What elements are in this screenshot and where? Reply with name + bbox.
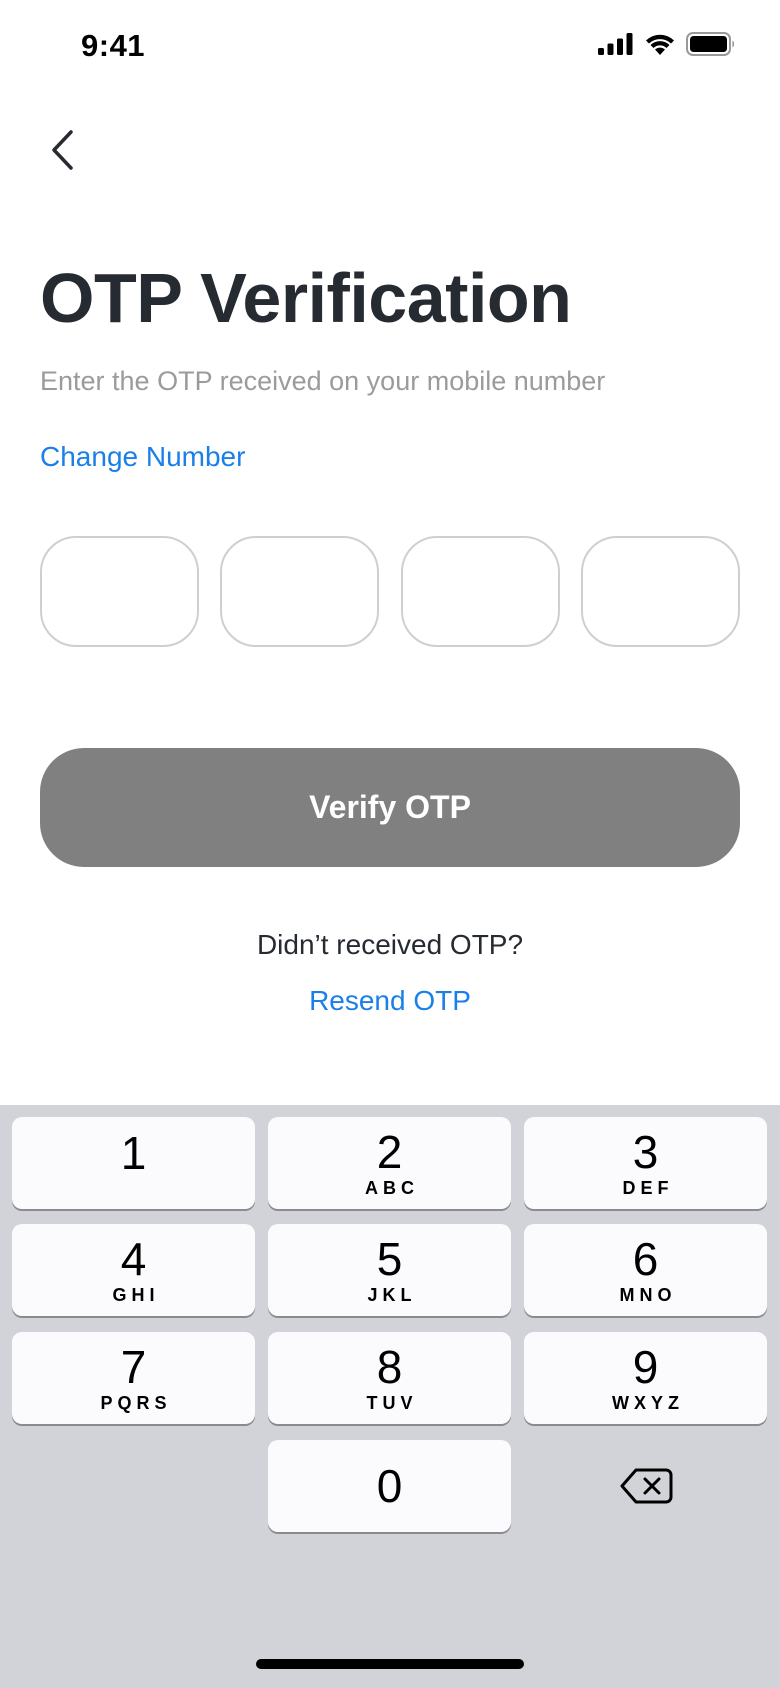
status-icons: [598, 32, 736, 56]
key-7[interactable]: 7 PQRS: [12, 1332, 255, 1424]
resend-prompt: Didn’t received OTP?: [256, 929, 524, 960]
change-number-link[interactable]: Change Number: [40, 441, 245, 473]
key-5[interactable]: 5 JKL: [268, 1224, 511, 1316]
page-title: OTP Verification: [40, 259, 572, 337]
battery-icon: [686, 32, 734, 56]
key-0[interactable]: 0: [268, 1440, 511, 1532]
otp-digit-3[interactable]: [400, 536, 560, 647]
key-letters: WXYZ: [612, 1393, 684, 1413]
delete-key[interactable]: [524, 1440, 767, 1532]
key-4[interactable]: 4 GHI: [12, 1224, 255, 1316]
chevron-left-icon: [52, 130, 73, 170]
key-letters: GHI: [112, 1285, 160, 1305]
key-letters: PQRS: [100, 1393, 172, 1413]
key-digit: 9: [632, 1341, 659, 1393]
back-button[interactable]: [40, 120, 84, 180]
cellular-signal-icon: [598, 33, 633, 55]
key-2[interactable]: 2 ABC: [268, 1117, 511, 1209]
otp-digit-2[interactable]: [220, 536, 380, 647]
key-digit: 3: [632, 1126, 659, 1178]
key-6[interactable]: 6 MNO: [524, 1224, 767, 1316]
key-digit: 4: [120, 1233, 147, 1285]
otp-input-group: [40, 536, 740, 647]
key-digit: 8: [376, 1341, 403, 1393]
status-bar: 9:41: [0, 0, 780, 92]
status-time: 9:41: [81, 28, 146, 63]
home-indicator: [256, 1659, 524, 1669]
key-9[interactable]: 9 WXYZ: [524, 1332, 767, 1424]
key-digit: 7: [120, 1341, 147, 1393]
key-digit: 1: [120, 1127, 147, 1179]
key-digit: 6: [632, 1233, 659, 1285]
otp-digit-4[interactable]: [580, 536, 740, 647]
key-letters: TUV: [366, 1393, 418, 1413]
key-digit: 0: [376, 1460, 403, 1512]
resend-otp-link[interactable]: Resend OTP: [309, 985, 471, 1016]
verify-otp-button[interactable]: Verify OTP: [40, 748, 740, 867]
page-subtitle: Enter the OTP received on your mobile nu…: [40, 366, 606, 396]
key-letters: MNO: [619, 1285, 677, 1305]
wifi-icon: [646, 34, 674, 55]
key-letters: ABC: [365, 1178, 419, 1198]
key-8[interactable]: 8 TUV: [268, 1332, 511, 1424]
key-digit: 2: [376, 1126, 403, 1178]
key-3[interactable]: 3 DEF: [524, 1117, 767, 1209]
key-letters: JKL: [367, 1285, 417, 1305]
backspace-icon: [620, 1468, 672, 1504]
key-1[interactable]: 1: [12, 1117, 255, 1209]
otp-digit-1[interactable]: [40, 536, 199, 647]
key-digit: 5: [376, 1233, 403, 1285]
key-letters: DEF: [622, 1178, 674, 1198]
